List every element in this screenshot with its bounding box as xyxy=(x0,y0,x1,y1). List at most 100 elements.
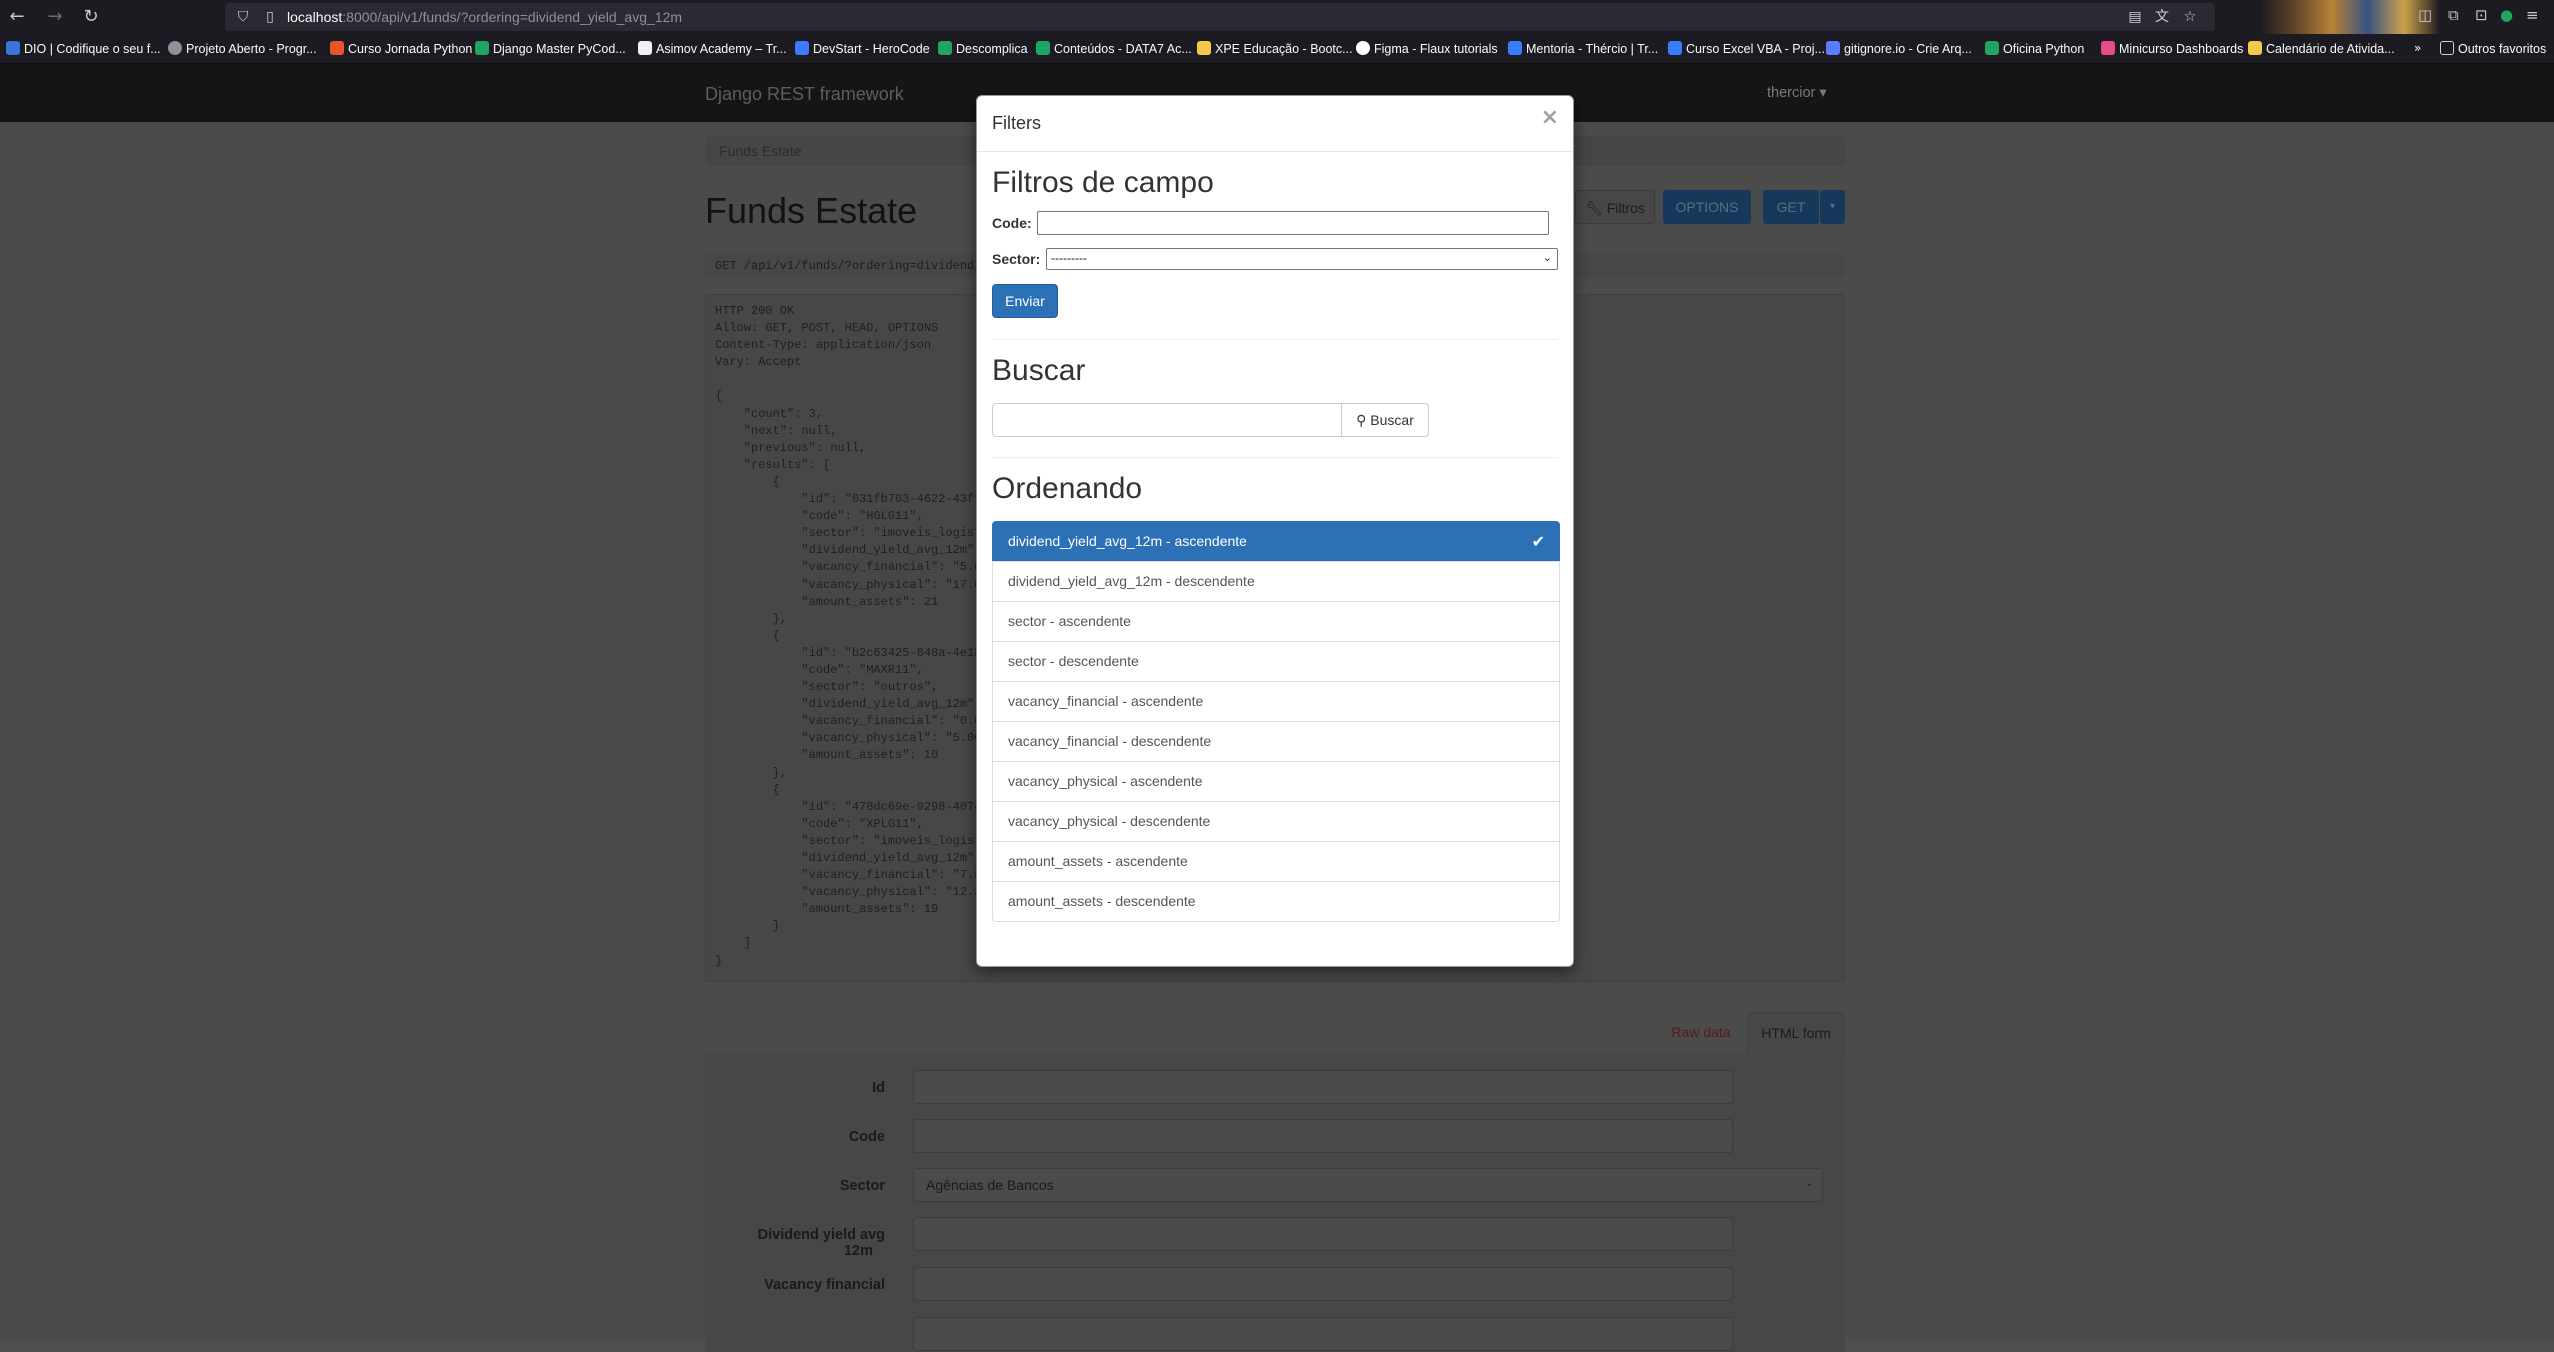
dividend-yield-label: Dividend yield avg 12m xyxy=(757,1227,885,1259)
bookmark-favicon xyxy=(1508,41,1522,55)
vacancy-physical-input[interactable] xyxy=(913,1317,1733,1351)
ordering-option-active[interactable]: dividend_yield_avg_12m - ascendente ✔ xyxy=(992,521,1560,562)
get-button[interactable]: GET xyxy=(1763,190,1819,224)
ordering-option[interactable]: amount_assets - descendente xyxy=(992,881,1560,922)
bookmark-item[interactable]: Asimov Academy – Tr... xyxy=(638,41,787,56)
ordering-option[interactable]: sector - descendente xyxy=(992,641,1560,682)
sector-select[interactable]: Agências de Bancos ⌄ xyxy=(913,1168,1823,1202)
ordering-heading: Ordenando xyxy=(992,472,1143,505)
submit-button[interactable]: Enviar xyxy=(992,284,1058,318)
bookmark-item[interactable]: Figma - Flaux tutorials xyxy=(1356,41,1498,56)
chevron-down-icon: ⌄ xyxy=(1542,251,1552,264)
reload-icon[interactable]: ↻ xyxy=(80,6,102,28)
bookmark-favicon xyxy=(1197,41,1211,55)
sector-label: Sector xyxy=(839,1178,885,1194)
close-icon[interactable]: × xyxy=(1541,107,1559,129)
bookmark-star-icon[interactable]: ☆ xyxy=(2180,7,2200,27)
options-button[interactable]: OPTIONS xyxy=(1663,190,1751,224)
checkmark-icon: ✔ xyxy=(1531,532,1545,551)
id-input[interactable] xyxy=(913,1070,1733,1104)
get-format-dropdown-icon[interactable]: ▾ xyxy=(1820,190,1845,224)
theme-artwork xyxy=(2260,0,2440,34)
bookmark-favicon xyxy=(638,41,652,55)
search-button[interactable]: ⚲ Buscar xyxy=(1341,403,1429,437)
bookmark-item[interactable]: Curso Jornada Python xyxy=(330,41,472,56)
bookmark-item[interactable]: Mentoria - Thércio | Tr... xyxy=(1508,41,1658,56)
url-bar[interactable]: ⛉ ▯ localhost:8000/api/v1/funds/?orderin… xyxy=(225,3,2215,31)
id-label: Id xyxy=(872,1080,885,1096)
ordering-option[interactable]: amount_assets - ascendente xyxy=(992,841,1560,882)
dividend-yield-input[interactable] xyxy=(913,1217,1733,1251)
screenshot-icon[interactable]: ⊡ xyxy=(2475,6,2488,28)
bookmark-item[interactable]: Minicurso Dashboards xyxy=(2101,41,2243,56)
ordering-option[interactable]: dividend_yield_avg_12m - descendente xyxy=(992,561,1560,602)
code-input[interactable] xyxy=(913,1119,1733,1153)
bookmark-favicon xyxy=(1668,41,1682,55)
filters-modal: Filters × Filtros de campo Code: Sector:… xyxy=(976,95,1574,967)
bookmark-item[interactable]: Django Master PyCod... xyxy=(475,41,626,56)
user-menu[interactable]: thercior ▾ xyxy=(1767,85,1827,101)
bookmark-item[interactable]: gitignore.io - Crie Arq... xyxy=(1826,41,1972,56)
other-bookmarks[interactable]: Outros favoritos xyxy=(2440,41,2546,56)
code-filter-label: Code: xyxy=(992,215,1032,231)
page-icon: ▯ xyxy=(266,9,274,25)
menu-icon[interactable]: ≡ xyxy=(2526,6,2539,28)
drf-brand[interactable]: Django REST framework xyxy=(705,84,904,105)
bookmark-favicon xyxy=(1036,41,1050,55)
field-filters-heading: Filtros de campo xyxy=(992,166,1214,199)
ordering-option[interactable]: vacancy_physical - ascendente xyxy=(992,761,1560,802)
folder-icon xyxy=(2440,41,2454,55)
breadcrumb-item[interactable]: Funds Estate xyxy=(719,143,802,159)
globe-icon xyxy=(168,41,182,55)
bookmark-item[interactable]: Curso Excel VBA - Proj... xyxy=(1668,41,1825,56)
tab-raw-data[interactable]: Raw data xyxy=(1655,1012,1747,1052)
bookmark-favicon xyxy=(938,41,952,55)
reader-view-icon[interactable]: ▤ xyxy=(2125,7,2145,27)
search-input[interactable] xyxy=(992,403,1342,437)
bookmark-item[interactable]: Calendário de Ativida... xyxy=(2248,41,2395,56)
sector-filter-label: Sector: xyxy=(992,251,1041,267)
ordering-option[interactable]: vacancy_physical - descendente xyxy=(992,801,1560,842)
html-form: Id Code Sector Agências de Bancos ⌄ Divid… xyxy=(705,1052,1845,1352)
pocket-icon[interactable]: ◫ xyxy=(2418,6,2432,28)
code-filter-input[interactable] xyxy=(1037,211,1549,235)
bookmarks-bar: DIO | Codifique o seu f... Projeto Abert… xyxy=(0,34,2554,64)
vacancy-financial-input[interactable] xyxy=(913,1267,1733,1301)
code-label: Code xyxy=(848,1129,885,1145)
ordering-option[interactable]: vacancy_financial - descendente xyxy=(992,721,1560,762)
bookmark-favicon xyxy=(1985,41,1999,55)
ordering-option[interactable]: sector - ascendente xyxy=(992,601,1560,642)
ordering-list: dividend_yield_avg_12m - ascendente ✔ div… xyxy=(992,521,1560,922)
sector-filter-select[interactable]: --------- ⌄ xyxy=(1046,248,1558,270)
chevron-double-right-icon[interactable]: » xyxy=(2414,41,2421,55)
search-heading: Buscar xyxy=(992,354,1086,387)
modal-header: Filters × xyxy=(977,96,1573,152)
wrench-icon: 🔧︎ xyxy=(1585,201,1603,217)
ordering-option[interactable]: vacancy_financial - ascendente xyxy=(992,681,1560,722)
security-extension-icon[interactable]: ● xyxy=(2500,6,2513,28)
bookmark-item[interactable]: XPE Educação - Bootc... xyxy=(1197,41,1353,56)
bookmark-favicon xyxy=(1356,41,1370,55)
shield-icon[interactable]: ⛉ xyxy=(233,7,253,27)
bookmark-item[interactable]: Conteúdos - DATA7 Ac... xyxy=(1036,41,1192,56)
vacancy-financial-label: Vacancy financial xyxy=(764,1277,885,1293)
tab-html-form[interactable]: HTML form xyxy=(1747,1012,1845,1052)
divider xyxy=(992,339,1558,340)
bookmark-item[interactable]: DevStart - HeroCode xyxy=(795,41,930,56)
back-icon[interactable]: ← xyxy=(6,6,28,28)
translate-icon[interactable]: 文 xyxy=(2152,7,2172,27)
bookmark-item[interactable]: Descomplica xyxy=(938,41,1028,56)
bookmark-item[interactable]: Projeto Aberto - Progr... xyxy=(168,41,317,56)
filters-button[interactable]: 🔧︎ Filtros xyxy=(1575,190,1655,224)
bookmark-favicon xyxy=(795,41,809,55)
extensions-icon[interactable]: ⧉ xyxy=(2448,6,2459,28)
page-title: Funds Estate xyxy=(705,190,918,231)
search-icon: ⚲ xyxy=(1356,413,1367,429)
browser-toolbar: ← → ↻ ⛉ ▯ localhost:8000/api/v1/funds/?o… xyxy=(0,0,2554,34)
url-text[interactable]: localhost:8000/api/v1/funds/?ordering=di… xyxy=(287,9,682,25)
forward-icon[interactable]: → xyxy=(44,6,66,28)
bookmark-item[interactable]: Oficina Python xyxy=(1985,41,2084,56)
bookmark-favicon xyxy=(2101,41,2115,55)
divider xyxy=(992,457,1558,458)
bookmark-item[interactable]: DIO | Codifique o seu f... xyxy=(6,41,161,56)
